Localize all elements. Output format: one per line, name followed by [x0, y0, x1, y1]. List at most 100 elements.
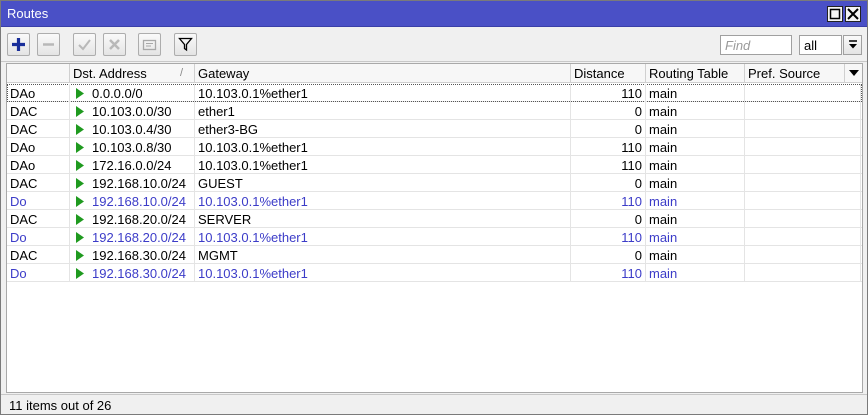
cell-pref-source	[745, 210, 861, 228]
cell-flags: DAC	[7, 120, 70, 138]
cell-flags: DAC	[7, 174, 70, 192]
routes-table: Dst. Address / Gateway Distance Routing …	[6, 63, 863, 393]
cell-routing-table: main	[646, 228, 745, 246]
cell-gateway: 10.103.0.1%ether1	[195, 84, 571, 102]
enable-button[interactable]	[73, 33, 96, 56]
column-flags[interactable]	[7, 64, 70, 83]
cell-dst-address: 192.168.30.0/24	[70, 246, 195, 264]
chevron-down-icon	[848, 70, 859, 76]
cell-gateway: SERVER	[195, 210, 571, 228]
table-row[interactable]: DAC 192.168.20.0/24 SERVER 0 main	[7, 210, 862, 228]
table-row[interactable]: DAo 10.103.0.8/30 10.103.0.1%ether1 110 main	[7, 138, 862, 156]
add-button[interactable]	[7, 33, 30, 56]
route-play-icon	[76, 268, 84, 279]
plus-icon	[12, 38, 25, 51]
cell-dst-address: 192.168.20.0/24	[70, 210, 195, 228]
table-row[interactable]: Do 192.168.20.0/24 10.103.0.1%ether1 110 mai…	[7, 228, 862, 246]
column-routing-table[interactable]: Routing Table	[646, 64, 745, 83]
cell-flags: Do	[7, 228, 70, 246]
filter-button[interactable]	[174, 33, 197, 56]
cell-flags: DAo	[7, 84, 70, 102]
table-row[interactable]: DAo 0.0.0.0/0 10.103.0.1%ether1 110 main	[7, 84, 862, 102]
cell-gateway: MGMT	[195, 246, 571, 264]
column-dst-address[interactable]: Dst. Address /	[70, 64, 195, 83]
cell-routing-table: main	[646, 120, 745, 138]
disable-button[interactable]	[103, 33, 126, 56]
cell-dst-address: 192.168.20.0/24	[70, 228, 195, 246]
cell-gateway: ether1	[195, 102, 571, 120]
cell-distance: 110	[571, 192, 646, 210]
cell-flags: DAC	[7, 246, 70, 264]
filter-icon	[178, 37, 193, 52]
column-gateway[interactable]: Gateway	[195, 64, 571, 83]
cell-routing-table: main	[646, 246, 745, 264]
route-play-icon	[76, 250, 84, 261]
minus-icon	[43, 43, 54, 46]
x-icon	[109, 39, 120, 50]
routes-window: Routes Find all Dst. Address / Gateway D…	[0, 0, 868, 415]
sort-indicator: /	[180, 67, 184, 79]
status-bar: 11 items out of 26	[1, 394, 867, 414]
route-play-icon	[76, 178, 84, 189]
column-pref-source[interactable]: Pref. Source	[745, 64, 845, 83]
cell-pref-source	[745, 246, 861, 264]
cell-pref-source	[745, 102, 861, 120]
cell-routing-table: main	[646, 264, 745, 282]
cell-gateway: 10.103.0.1%ether1	[195, 264, 571, 282]
cell-dst-address: 0.0.0.0/0	[70, 84, 195, 102]
cell-routing-table: main	[646, 210, 745, 228]
route-play-icon	[76, 196, 84, 207]
route-play-icon	[76, 106, 84, 117]
cell-flags: DAo	[7, 138, 70, 156]
cell-distance: 0	[571, 102, 646, 120]
cell-flags: Do	[7, 192, 70, 210]
cell-routing-table: main	[646, 192, 745, 210]
cell-routing-table: main	[646, 138, 745, 156]
cell-gateway: 10.103.0.1%ether1	[195, 138, 571, 156]
table-row[interactable]: Do 192.168.30.0/24 10.103.0.1%ether1 110 mai…	[7, 264, 862, 282]
route-play-icon	[76, 232, 84, 243]
table-row[interactable]: Do 192.168.10.0/24 10.103.0.1%ether1 110 mai…	[7, 192, 862, 210]
column-menu-button[interactable]	[845, 64, 862, 83]
window-title: Routes	[7, 6, 49, 21]
comment-button[interactable]	[138, 33, 161, 56]
cell-distance: 110	[571, 138, 646, 156]
cell-distance: 0	[571, 174, 646, 192]
restore-button[interactable]	[827, 6, 843, 22]
cell-flags: DAC	[7, 102, 70, 120]
cell-routing-table: main	[646, 84, 745, 102]
cell-dst-address: 192.168.10.0/24	[70, 174, 195, 192]
table-row[interactable]: DAC 192.168.30.0/24 MGMT 0 main	[7, 246, 862, 264]
route-play-icon	[76, 124, 84, 135]
find-input[interactable]	[720, 35, 792, 55]
cell-distance: 110	[571, 228, 646, 246]
cell-distance: 110	[571, 84, 646, 102]
route-play-icon	[76, 160, 84, 171]
route-play-icon	[76, 88, 84, 99]
cell-dst-address: 172.16.0.0/24	[70, 156, 195, 174]
cell-pref-source	[745, 174, 861, 192]
table-row[interactable]: DAC 10.103.0.4/30 ether3-BG 0 main	[7, 120, 862, 138]
close-icon	[847, 8, 859, 20]
table-row[interactable]: DAC 10.103.0.0/30 ether1 0 main	[7, 102, 862, 120]
close-button[interactable]	[845, 6, 861, 22]
filter-select[interactable]: all	[799, 35, 842, 55]
cell-pref-source	[745, 84, 861, 102]
cell-gateway: ether3-BG	[195, 120, 571, 138]
route-play-icon	[76, 214, 84, 225]
title-bar[interactable]: Routes	[1, 1, 867, 27]
cell-pref-source	[745, 264, 861, 282]
column-distance[interactable]: Distance	[571, 64, 646, 83]
cell-gateway: 10.103.0.1%ether1	[195, 192, 571, 210]
cell-dst-address: 10.103.0.4/30	[70, 120, 195, 138]
cell-pref-source	[745, 138, 861, 156]
table-row[interactable]: DAC 192.168.10.0/24 GUEST 0 main	[7, 174, 862, 192]
toolbar: all	[1, 28, 867, 62]
cell-gateway: 10.103.0.1%ether1	[195, 228, 571, 246]
cell-pref-source	[745, 156, 861, 174]
status-text: 11 items out of 26	[9, 398, 112, 413]
table-row[interactable]: DAo 172.16.0.0/24 10.103.0.1%ether1 110 main	[7, 156, 862, 174]
filter-select-button[interactable]	[843, 35, 862, 55]
cell-dst-address: 10.103.0.8/30	[70, 138, 195, 156]
remove-button[interactable]	[37, 33, 60, 56]
